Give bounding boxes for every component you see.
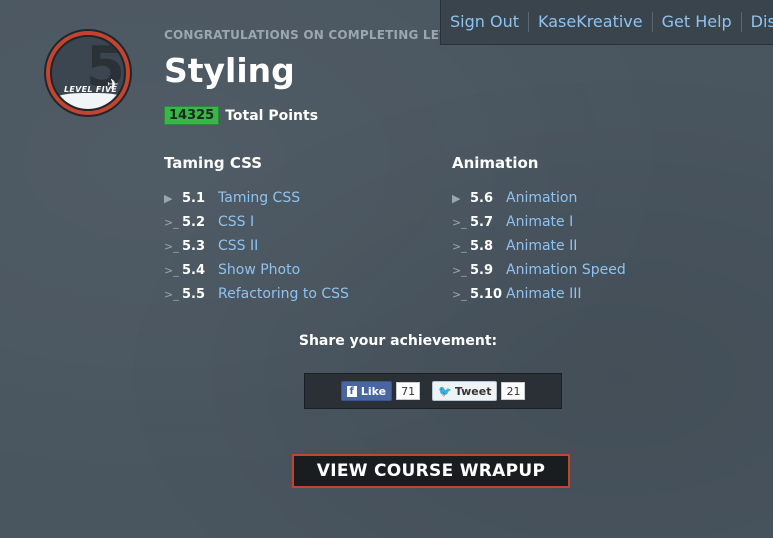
congrats-text: CONGRATULATIONS ON COMPLETING LEVEL 5! (164, 28, 440, 42)
lesson-number: 5.7 (470, 214, 494, 230)
terminal-icon: >_ (164, 287, 179, 301)
lesson-link[interactable]: CSS I (218, 214, 254, 230)
lesson-item: >_ 5.4 Show Photo (164, 258, 349, 282)
lesson-number: 5.5 (182, 286, 206, 302)
lesson-link[interactable]: Animation Speed (506, 262, 626, 278)
twitter-bird-icon: 🐦 (438, 384, 452, 398)
lesson-list-animation: ▶ 5.6 Animation >_ 5.7 Animate I >_ 5.8 Animate … (452, 186, 626, 306)
lesson-item: >_ 5.7 Animate I (452, 210, 626, 234)
points-label: Total Points (225, 107, 319, 124)
lesson-number: 5.6 (470, 190, 494, 206)
lesson-number: 5.1 (182, 190, 206, 206)
lesson-number: 5.8 (470, 238, 494, 254)
lesson-item: >_ 5.5 Refactoring to CSS (164, 282, 349, 306)
terminal-icon: >_ (452, 215, 467, 229)
lesson-link[interactable]: Refactoring to CSS (218, 286, 349, 302)
lesson-item: ▶ 5.6 Animation (452, 186, 626, 210)
terminal-icon: >_ (164, 215, 179, 229)
lesson-link[interactable]: Animate III (506, 286, 582, 302)
tweet-label: Tweet (454, 384, 492, 398)
lesson-item: >_ 5.9 Animation Speed (452, 258, 626, 282)
airplane-icon: ✈ (107, 77, 119, 93)
page-title: Styling (164, 51, 295, 90)
sign-out-link[interactable]: Sign Out (441, 12, 529, 32)
points-badge: 14325 (164, 106, 220, 125)
lesson-number: 5.10 (470, 286, 503, 302)
tweet-count: 21 (501, 382, 526, 400)
twitter-tweet: 🐦 Tweet 21 (432, 381, 526, 401)
lesson-item: >_ 5.2 CSS I (164, 210, 349, 234)
lesson-link[interactable]: Taming CSS (218, 190, 300, 206)
lesson-link[interactable]: Show Photo (218, 262, 300, 278)
terminal-icon: >_ (164, 263, 179, 277)
facebook-icon: f (346, 385, 357, 397)
like-count: 71 (396, 382, 421, 400)
facebook-like: f Like 71 (340, 381, 421, 401)
play-icon: ▶ (164, 191, 173, 205)
lesson-item: >_ 5.3 CSS II (164, 234, 349, 258)
lesson-link[interactable]: CSS II (218, 238, 258, 254)
top-nav: Sign Out KaseKreative Get Help Disc (440, 0, 773, 45)
lesson-item: ▶ 5.1 Taming CSS (164, 186, 349, 210)
lesson-number: 5.3 (182, 238, 206, 254)
cloud-icon (52, 93, 124, 109)
lesson-list-taming-css: ▶ 5.1 Taming CSS >_ 5.2 CSS I >_ 5.3 CSS II >_ 5.4… (164, 186, 349, 306)
section-title-animation: Animation (452, 154, 539, 172)
discuss-link[interactable]: Disc (742, 12, 773, 32)
play-icon: ▶ (452, 191, 461, 205)
like-button[interactable]: f Like (340, 381, 393, 401)
terminal-icon: >_ (452, 239, 467, 253)
share-box: f Like 71 🐦 Tweet 21 (304, 373, 562, 409)
lesson-item: >_ 5.10 Animate III (452, 282, 626, 306)
like-label: Like (360, 384, 387, 398)
user-profile-link[interactable]: KaseKreative (529, 12, 653, 32)
terminal-icon: >_ (452, 287, 467, 301)
share-label: Share your achievement: (298, 333, 498, 349)
points-row: 14325 Total Points (164, 106, 318, 125)
section-title-taming-css: Taming CSS (164, 154, 263, 172)
tweet-button[interactable]: 🐦 Tweet (432, 381, 498, 401)
lesson-link[interactable]: Animate I (506, 214, 573, 230)
level-badge-inner: 5 LEVEL FIVE ✈ (50, 35, 126, 111)
get-help-link[interactable]: Get Help (653, 12, 742, 32)
terminal-icon: >_ (452, 263, 467, 277)
terminal-icon: >_ (164, 239, 179, 253)
lesson-link[interactable]: Animation (506, 190, 577, 206)
lesson-link[interactable]: Animate II (506, 238, 577, 254)
level-badge: 5 LEVEL FIVE ✈ (44, 29, 132, 117)
view-course-wrapup-button[interactable]: VIEW COURSE WRAPUP (292, 454, 570, 488)
lesson-number: 5.2 (182, 214, 206, 230)
lesson-item: >_ 5.8 Animate II (452, 234, 626, 258)
lesson-number: 5.9 (470, 262, 494, 278)
lesson-number: 5.4 (182, 262, 206, 278)
